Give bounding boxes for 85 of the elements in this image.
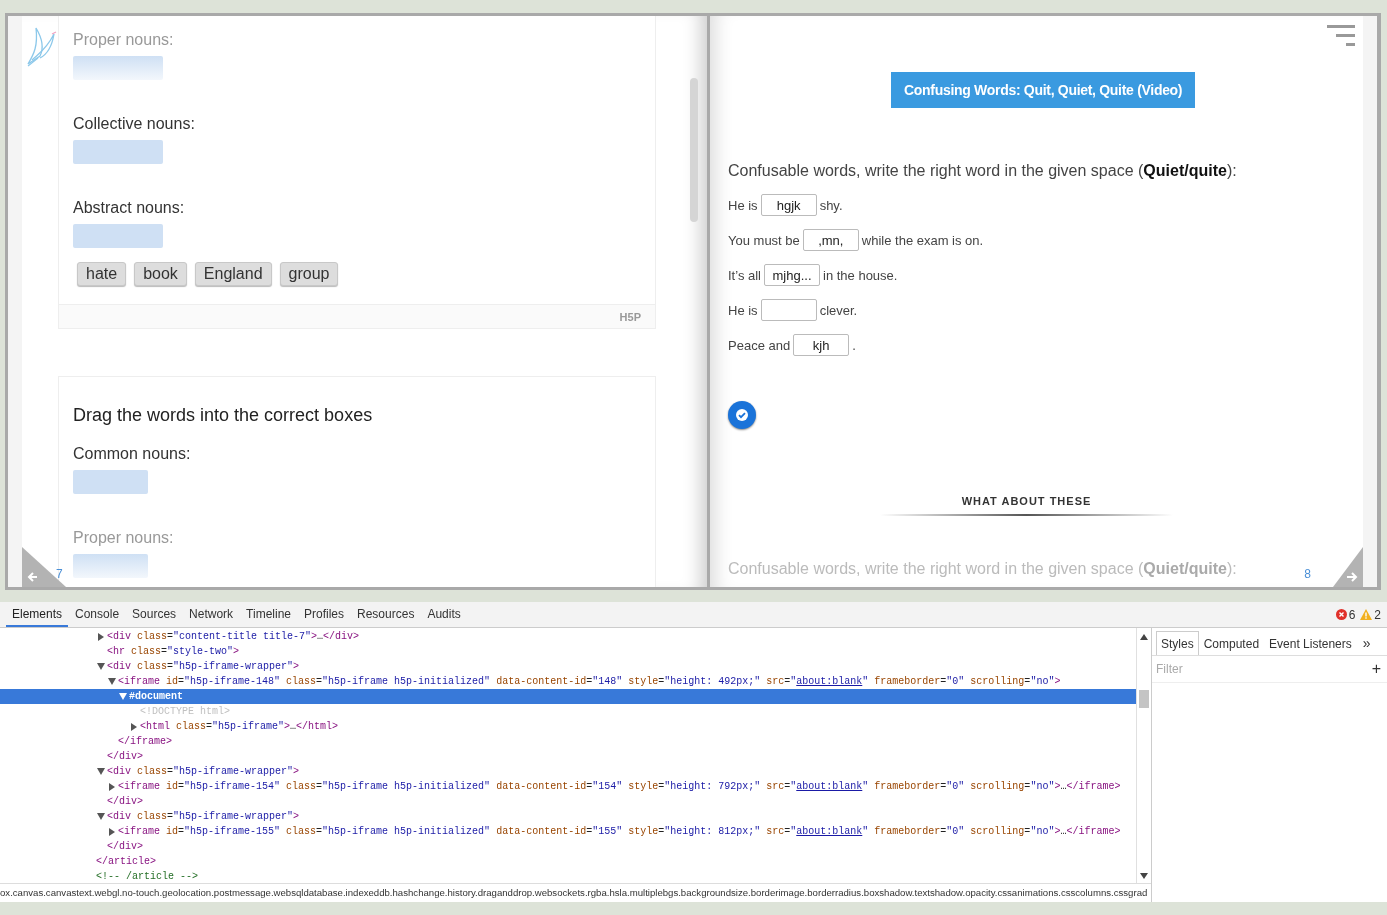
code-line: </div> xyxy=(107,796,143,807)
collapsed-triangle-icon[interactable] xyxy=(130,723,138,731)
sentence-text: shy. xyxy=(819,197,843,213)
sentence-text: clever. xyxy=(819,302,858,318)
code-line: </iframe> xyxy=(118,736,172,747)
category-label: Common nouns: xyxy=(73,444,192,464)
code-line: <div class="h5p-iframe-wrapper"> xyxy=(107,766,300,777)
error-count[interactable]: 6 xyxy=(1348,607,1356,622)
expanded-triangle-icon[interactable] xyxy=(97,768,105,776)
category-label: Abstract nouns: xyxy=(73,198,186,218)
answer-field[interactable]: kjh xyxy=(793,334,850,356)
devtools-tab[interactable]: Resources xyxy=(351,602,421,627)
link[interactable]: about:blank xyxy=(796,781,863,792)
new-style-rule-button[interactable]: + xyxy=(1365,660,1387,678)
sentence-text: Peace and xyxy=(728,337,791,353)
category-label: Proper nouns: xyxy=(73,528,175,548)
answer-field[interactable]: ,mn, xyxy=(802,229,859,251)
scroll-up-icon[interactable] xyxy=(1140,634,1148,640)
code-line: </div> xyxy=(107,841,143,852)
collapsed-triangle-icon[interactable] xyxy=(108,828,116,836)
selected-node-row[interactable]: #document xyxy=(0,689,1136,704)
link[interactable]: about:blank xyxy=(796,676,863,687)
instruction-text: Confusable words, write the right word in the given space (Quiet/quite): xyxy=(728,161,1237,181)
code-line: <!-- /article --> xyxy=(96,871,199,882)
warning-icon xyxy=(1360,609,1373,620)
code-line: <iframe id="h5p-iframe-155" class="h5p-iframe h5p-initialized" data-content-id="155" style="height: 812px;" src="about:blank" frameborder="0" scrolling="no">…</iframe> xyxy=(118,826,1121,837)
collapsed-triangle-icon[interactable] xyxy=(97,633,105,641)
collapsed-triangle-icon[interactable] xyxy=(108,783,116,791)
draggable-word[interactable]: group xyxy=(279,262,339,286)
devtools-tab[interactable]: Profiles xyxy=(298,602,351,627)
scrollbar-thumb[interactable] xyxy=(1139,690,1149,708)
section-heading: WHAT ABOUT THESE xyxy=(880,495,1173,516)
devtools-tab[interactable]: Timeline xyxy=(240,602,297,627)
error-icon xyxy=(1335,609,1347,620)
checkmark-icon xyxy=(735,408,749,422)
devtools-tab[interactable]: Network xyxy=(183,602,240,627)
expanded-triangle-icon[interactable] xyxy=(97,813,105,821)
code-line: #document xyxy=(129,691,183,702)
expanded-triangle-icon[interactable] xyxy=(97,663,105,671)
expanded-triangle-icon[interactable] xyxy=(119,693,127,701)
task-title: Drag the words into the correct boxes xyxy=(73,404,374,426)
sentence-text: in the house. xyxy=(823,267,898,283)
sentence-text: He is xyxy=(728,197,758,213)
code-line: <iframe id="h5p-iframe-154" class="h5p-iframe h5p-initialized" data-content-id="154" style="height: 792px;" src="about:blank" frameborder="0" scrolling="no">…</iframe> xyxy=(118,781,1121,792)
scrollbar-thumb[interactable] xyxy=(690,78,698,222)
code-line: <div class="h5p-iframe-wrapper"> xyxy=(107,661,300,672)
sidebar-tab[interactable]: Computed xyxy=(1198,631,1265,655)
answer-field[interactable] xyxy=(760,299,817,321)
code-line: <!DOCTYPE html> xyxy=(140,706,230,717)
page-number: 7 xyxy=(56,567,63,581)
more-tabs-button[interactable]: » xyxy=(1356,631,1377,655)
expanded-triangle-icon[interactable] xyxy=(108,678,116,686)
h5p-logo: H5P xyxy=(619,310,641,323)
scroll-down-icon[interactable] xyxy=(1140,873,1148,879)
page-number: 8 xyxy=(1304,567,1311,581)
code-line: <div class="h5p-iframe-wrapper"> xyxy=(107,811,300,822)
sentence-text: You must be xyxy=(728,232,800,248)
sentence-text: He is xyxy=(728,302,758,318)
code-line: <hr class="style-two"> xyxy=(107,646,240,657)
code-line: <html class="h5p-iframe">…</html> xyxy=(140,721,339,732)
devtools-tab[interactable]: Console xyxy=(69,602,126,627)
sentence-text: It’s all xyxy=(728,267,761,283)
code-line: </article> xyxy=(96,856,156,867)
link[interactable]: about:blank xyxy=(796,826,863,837)
sentence-text: while the exam is on. xyxy=(861,232,984,248)
sidebar-tab[interactable]: Styles xyxy=(1156,631,1199,655)
answer-field[interactable]: hgjk xyxy=(760,194,817,216)
category-label: Collective nouns: xyxy=(73,114,196,134)
draggable-word[interactable]: England xyxy=(194,262,272,286)
check-button[interactable] xyxy=(728,401,756,429)
code-line: </div> xyxy=(107,751,143,762)
sentence-text: . xyxy=(852,337,856,353)
code-line: <div class="content-title title-7">…</div> xyxy=(107,631,360,642)
sidebar-tab[interactable]: Event Listeners xyxy=(1264,631,1357,655)
code-line: <iframe id="h5p-iframe-148" class="h5p-iframe h5p-initialized" data-content-id="148" style="height: 492px;" src="about:blank" frameborder="0" scrolling="no"> xyxy=(118,676,1061,687)
devtools-tab[interactable]: Elements xyxy=(6,602,69,627)
breadcrumb-path: ox.canvas.canvastext.webgl.no-touch.geolocation.postmessage.websqldatabase.indexeddb.hashchange.history.draganddrop.websockets.rgba.hsla.multiplebgs.backgroundsize.borderimage.borderradius.boxshadow.textshadow.opacity.cssanimations.csscolumns.cssgrad xyxy=(0,883,1151,902)
warning-count[interactable]: 2 xyxy=(1374,607,1381,622)
instruction-text: Confusable words, write the right word in the given space (Quiet/quite): xyxy=(728,559,1237,579)
devtools-tab[interactable]: Sources xyxy=(126,602,183,627)
devtools-tab[interactable]: Audits xyxy=(421,602,467,627)
answer-field[interactable]: mjhg... xyxy=(764,264,820,286)
draggable-word[interactable]: book xyxy=(134,262,187,286)
draggable-word[interactable]: hate xyxy=(77,262,127,286)
category-label: Proper nouns: xyxy=(73,30,175,50)
